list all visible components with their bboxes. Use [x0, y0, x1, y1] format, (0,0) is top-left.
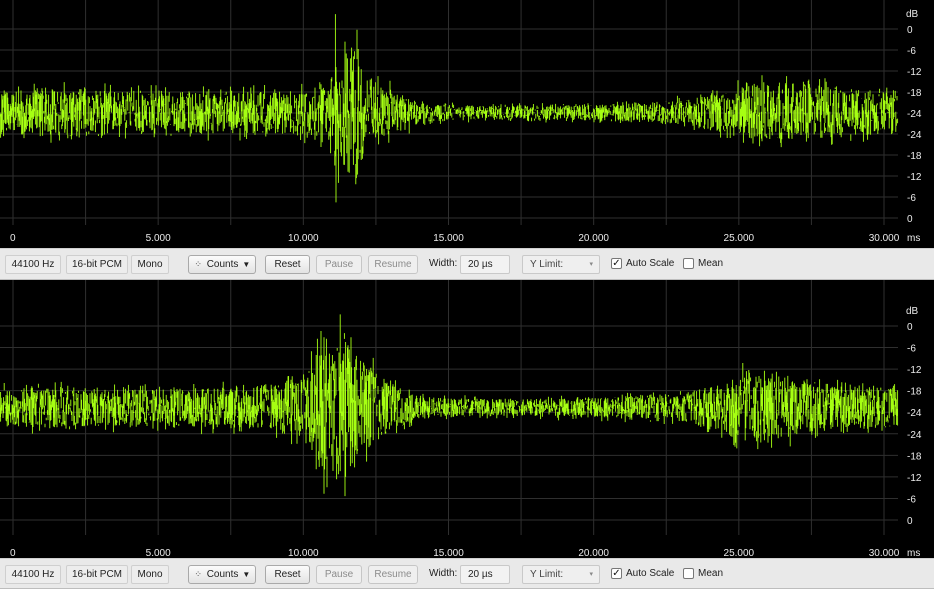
scatter-dots-icon: ⁘: [194, 569, 202, 579]
mode-label: Counts: [206, 259, 239, 270]
x-tick-label: 0: [10, 548, 16, 558]
x-tick-label: 15.000: [433, 548, 464, 558]
scatter-dots-icon: ⁘: [194, 259, 202, 269]
y-limit-placeholder: Y Limit:: [530, 259, 564, 270]
x-tick-label: 30.000: [869, 233, 900, 244]
y-limit-select[interactable]: Y Limit: ▾: [522, 255, 600, 274]
x-unit-label: ms: [907, 548, 920, 558]
x-tick-label: 30.000: [869, 548, 900, 558]
y-tick-label: -6: [907, 494, 916, 505]
auto-scale-checkbox[interactable]: ✓ Auto Scale: [611, 255, 681, 274]
mean-label: Mean: [698, 258, 724, 269]
x-tick-label: 5.000: [146, 233, 171, 244]
mean-checkbox[interactable]: Mean: [683, 565, 733, 584]
waveform-panel-2: dB 0 -6 -12 -18 -24 -24 -18 -12 -6 0 0 5.000 10.000…: [0, 280, 934, 589]
channels-display: Mono: [131, 565, 169, 584]
chevron-down-icon: ▼: [242, 260, 251, 269]
mode-dropdown[interactable]: ⁘ Counts ▼: [188, 255, 256, 274]
y-tick-label: 0: [907, 214, 913, 225]
auto-scale-label: Auto Scale: [626, 568, 675, 579]
x-tick-label: 10.000: [288, 233, 319, 244]
pause-button[interactable]: Pause: [316, 565, 362, 584]
reset-button[interactable]: Reset: [265, 565, 310, 584]
y-tick-label: -12: [907, 473, 922, 484]
waveform-plot-1[interactable]: dB 0 -6 -12 -18 -24 -24 -18 -12 -6 0 0 5.000 10.000…: [0, 0, 934, 248]
width-label: Width:: [429, 258, 458, 269]
chevron-updown-icon: ▾: [589, 571, 593, 578]
x-tick-label: 10.000: [288, 548, 319, 558]
width-input[interactable]: 20 µs: [460, 255, 510, 274]
y-tick-label: -18: [907, 387, 922, 398]
x-unit-label: ms: [907, 233, 920, 244]
y-tick-label: -12: [907, 365, 922, 376]
y-tick-label: -24: [907, 109, 922, 120]
toolbar-1: 44100 Hz 16-bit PCM Mono ⁘ Counts ▼ Reset …: [0, 248, 934, 280]
resume-button[interactable]: Resume: [368, 255, 418, 274]
reset-button[interactable]: Reset: [265, 255, 310, 274]
width-input[interactable]: 20 µs: [460, 565, 510, 584]
y-unit-label: dB: [906, 9, 919, 20]
y-tick-label: -18: [907, 88, 922, 99]
waveform-panel-1: dB 0 -6 -12 -18 -24 -24 -18 -12 -6 0 0 5.000 10.000…: [0, 0, 934, 280]
y-tick-label: -12: [907, 172, 922, 183]
mode-dropdown[interactable]: ⁘ Counts ▼: [188, 565, 256, 584]
waveform-chart-1: dB 0 -6 -12 -18 -24 -24 -18 -12 -6 0 0 5.000 10.000…: [0, 0, 922, 244]
bit-depth-display: 16-bit PCM: [66, 565, 128, 584]
x-tick-label: 20.000: [578, 233, 609, 244]
auto-scale-checkbox[interactable]: ✓ Auto Scale: [611, 565, 681, 584]
checkmark-icon: ✓: [611, 258, 622, 269]
y-tick-label: -24: [907, 408, 922, 419]
x-tick-label: 0: [10, 233, 16, 244]
waveform-chart-2: dB 0 -6 -12 -18 -24 -24 -18 -12 -6 0 0 5.000 10.000…: [0, 280, 922, 558]
channels-display: Mono: [131, 255, 169, 274]
toolbar-2: 44100 Hz 16-bit PCM Mono ⁘ Counts ▼ Reset …: [0, 558, 934, 589]
mean-label: Mean: [698, 568, 724, 579]
y-tick-label: -6: [907, 344, 916, 355]
y-tick-label: -6: [907, 46, 916, 57]
y-tick-label: 0: [907, 322, 913, 333]
x-tick-label: 25.000: [724, 233, 755, 244]
width-label: Width:: [429, 568, 458, 579]
y-tick-label: -24: [907, 130, 922, 141]
y-tick-label: -18: [907, 151, 922, 162]
waveform-plot-2[interactable]: dB 0 -6 -12 -18 -24 -24 -18 -12 -6 0 0 5.000 10.000…: [0, 280, 934, 558]
checkbox-empty-icon: [683, 258, 694, 269]
y-tick-label: 0: [907, 25, 913, 36]
y-tick-label: -12: [907, 67, 922, 78]
sample-rate-display: 44100 Hz: [5, 565, 61, 584]
y-tick-label: 0: [907, 516, 913, 527]
x-tick-label: 5.000: [146, 548, 171, 558]
checkbox-empty-icon: [683, 568, 694, 579]
y-limit-select[interactable]: Y Limit: ▾: [522, 565, 600, 584]
mean-checkbox[interactable]: Mean: [683, 255, 733, 274]
y-tick-label: -24: [907, 430, 922, 441]
bit-depth-display: 16-bit PCM: [66, 255, 128, 274]
y-unit-label: dB: [906, 306, 919, 317]
pause-button[interactable]: Pause: [316, 255, 362, 274]
x-tick-label: 20.000: [578, 548, 609, 558]
y-tick-label: -18: [907, 451, 922, 462]
chevron-updown-icon: ▾: [589, 261, 593, 268]
mode-label: Counts: [206, 569, 239, 580]
y-tick-label: -6: [907, 193, 916, 204]
sample-rate-display: 44100 Hz: [5, 255, 61, 274]
auto-scale-label: Auto Scale: [626, 258, 675, 269]
x-tick-label: 25.000: [724, 548, 755, 558]
resume-button[interactable]: Resume: [368, 565, 418, 584]
y-limit-placeholder: Y Limit:: [530, 569, 564, 580]
checkmark-icon: ✓: [611, 568, 622, 579]
chevron-down-icon: ▼: [242, 570, 251, 579]
x-tick-label: 15.000: [433, 233, 464, 244]
